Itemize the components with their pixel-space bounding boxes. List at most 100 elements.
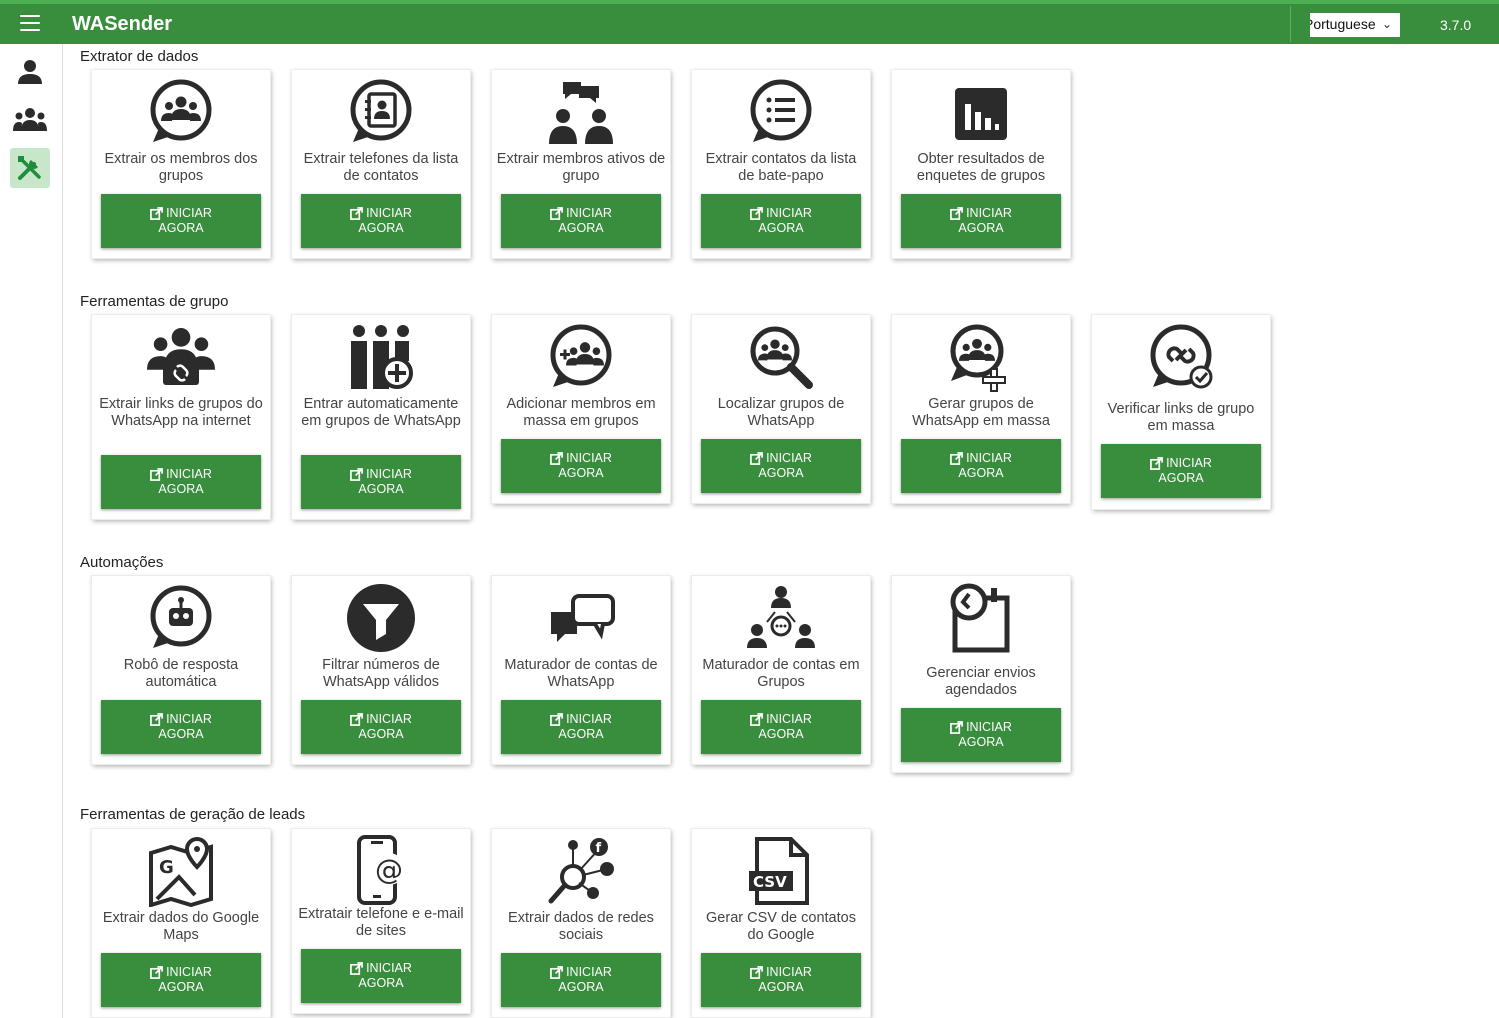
chevron-down-icon: ⌄ (1381, 17, 1392, 31)
start-now-button-top: INICIAR (750, 712, 812, 727)
start-now-button-line1: INICIAR (166, 712, 212, 726)
external-link-icon (1150, 457, 1163, 470)
scheduled-calendar-icon (950, 583, 1010, 653)
language-select[interactable]: Portuguese ⌄ (1310, 13, 1400, 37)
start-now-button[interactable]: INICIAR AGORA (701, 439, 861, 493)
external-link-icon (550, 452, 563, 465)
start-now-button[interactable]: INICIAR AGORA (501, 953, 661, 1007)
group-network-chat-icon (747, 586, 815, 648)
tool-card-icon-wrap (892, 580, 1070, 656)
start-now-button-line2: AGORA (758, 980, 804, 994)
tool-card-icon-wrap (1092, 319, 1270, 395)
app-title: WASender (72, 13, 173, 35)
topbar-divider (1290, 6, 1291, 42)
svg-text:CSV: CSV (753, 873, 787, 891)
chat-bubbles-icon (551, 594, 615, 642)
start-now-button-line1: INICIAR (566, 206, 612, 220)
external-link-icon (950, 452, 963, 465)
sidebar (0, 44, 63, 1018)
external-link-icon (350, 962, 363, 975)
tool-card-label: Gerenciar envios agendados (926, 665, 1036, 698)
start-now-button-line1: INICIAR (766, 712, 812, 726)
hamburger-menu-icon[interactable] (20, 15, 40, 33)
start-now-button[interactable]: INICIAR AGORA (101, 700, 261, 754)
filter-funnel-icon (347, 584, 415, 652)
start-now-button[interactable]: INICIAR AGORA (1101, 444, 1261, 498)
tool-card-icon-wrap: CSV (692, 833, 870, 909)
start-now-button-line2: AGORA (1158, 471, 1204, 485)
chat-list-icon (750, 79, 812, 142)
tool-card-label: Maturador de contas em Grupos (702, 657, 860, 690)
start-now-button[interactable]: INICIAR AGORA (501, 439, 661, 493)
start-now-button-line2: AGORA (358, 727, 404, 741)
sidebar-item-account[interactable] (10, 52, 50, 92)
start-now-button-top: INICIAR (150, 965, 212, 980)
start-now-button-line1: INICIAR (566, 712, 612, 726)
tool-card-icon-wrap (892, 74, 1070, 150)
start-now-button-line2: AGORA (358, 976, 404, 990)
tool-card: Extrair contatos da lista de bate-papo IN… (692, 70, 870, 258)
section-title: Extrator de dados (80, 48, 199, 65)
tool-card: @ Extratair telefone e e-mail de sites INI… (292, 829, 470, 1013)
start-now-button[interactable]: INICIAR AGORA (301, 194, 461, 248)
phone-email-icon: @ (357, 835, 405, 905)
tool-card-label: Extrair os membros dos grupos (104, 151, 258, 184)
external-link-icon (150, 713, 163, 726)
chat-add-members-icon (550, 324, 612, 387)
start-now-button[interactable]: INICIAR AGORA (901, 708, 1061, 762)
tool-card-icon-wrap (92, 580, 270, 656)
start-now-button[interactable]: INICIAR AGORA (701, 953, 861, 1007)
tool-card-label: Gerar CSV de contatos do Google (706, 910, 856, 943)
start-now-button-line2: AGORA (758, 466, 804, 480)
tool-card-icon-wrap (292, 319, 470, 395)
csv-file-icon: CSV (749, 837, 809, 905)
tool-card-icon-wrap (492, 319, 670, 395)
group-link-people-icon (147, 328, 215, 385)
start-now-button[interactable]: INICIAR AGORA (901, 194, 1061, 248)
start-now-button-top: INICIAR (950, 451, 1012, 466)
tool-card: Extrair membros ativos de grupo INICIAR AG… (492, 70, 670, 258)
tool-card-label: Extrair dados do Google Maps (102, 910, 260, 943)
start-now-button[interactable]: INICIAR AGORA (101, 194, 261, 248)
start-now-button[interactable]: INICIAR AGORA (301, 455, 461, 509)
external-link-icon (350, 468, 363, 481)
tool-card-label: Maturador de contas de WhatsApp (504, 657, 658, 690)
start-now-button[interactable]: INICIAR AGORA (901, 439, 1061, 493)
tool-card-label: Adicionar membros em massa em grupos (506, 396, 656, 429)
section-title: Automações (80, 554, 164, 571)
tool-card-icon-wrap (692, 74, 870, 150)
start-now-button[interactable]: INICIAR AGORA (101, 455, 261, 509)
start-now-button-line1: INICIAR (566, 965, 612, 979)
tool-card-icon-wrap: G (92, 833, 270, 909)
start-now-button[interactable]: INICIAR AGORA (301, 700, 461, 754)
start-now-button-top: INICIAR (1150, 456, 1212, 471)
external-link-icon (550, 966, 563, 979)
start-now-button-line1: INICIAR (966, 720, 1012, 734)
sidebar-item-tools[interactable] (10, 148, 50, 188)
tool-card-label: Localizar grupos de WhatsApp (717, 396, 845, 429)
start-now-button[interactable]: INICIAR AGORA (501, 700, 661, 754)
start-now-button[interactable]: INICIAR AGORA (701, 194, 861, 248)
tool-card: Extrair os membros dos grupos INICIAR AGOR… (92, 70, 270, 258)
tool-card-icon-wrap (492, 74, 670, 150)
tool-card-icon-wrap (492, 580, 670, 656)
start-now-button-line1: INICIAR (166, 965, 212, 979)
start-now-button[interactable]: INICIAR AGORA (101, 953, 261, 1007)
start-now-button-top: INICIAR (750, 451, 812, 466)
sidebar-item-contacts[interactable] (10, 100, 50, 140)
user-icon (18, 60, 42, 84)
start-now-button[interactable]: INICIAR AGORA (301, 949, 461, 1003)
start-now-button-line1: INICIAR (566, 451, 612, 465)
chat-contact-book-icon (350, 79, 412, 142)
external-link-icon (950, 207, 963, 220)
tool-card: G Extrair dados do Google Maps INICIAR AGOR… (92, 829, 270, 1017)
svg-text:@: @ (375, 853, 403, 886)
tool-card-label: Filtrar números de WhatsApp válidos (322, 657, 440, 690)
start-now-button[interactable]: INICIAR AGORA (701, 700, 861, 754)
external-link-icon (150, 966, 163, 979)
start-now-button-line1: INICIAR (766, 965, 812, 979)
tool-card-icon-wrap (292, 580, 470, 656)
start-now-button-line1: INICIAR (366, 961, 412, 975)
start-now-button[interactable]: INICIAR AGORA (501, 194, 661, 248)
start-now-button-line1: INICIAR (766, 206, 812, 220)
